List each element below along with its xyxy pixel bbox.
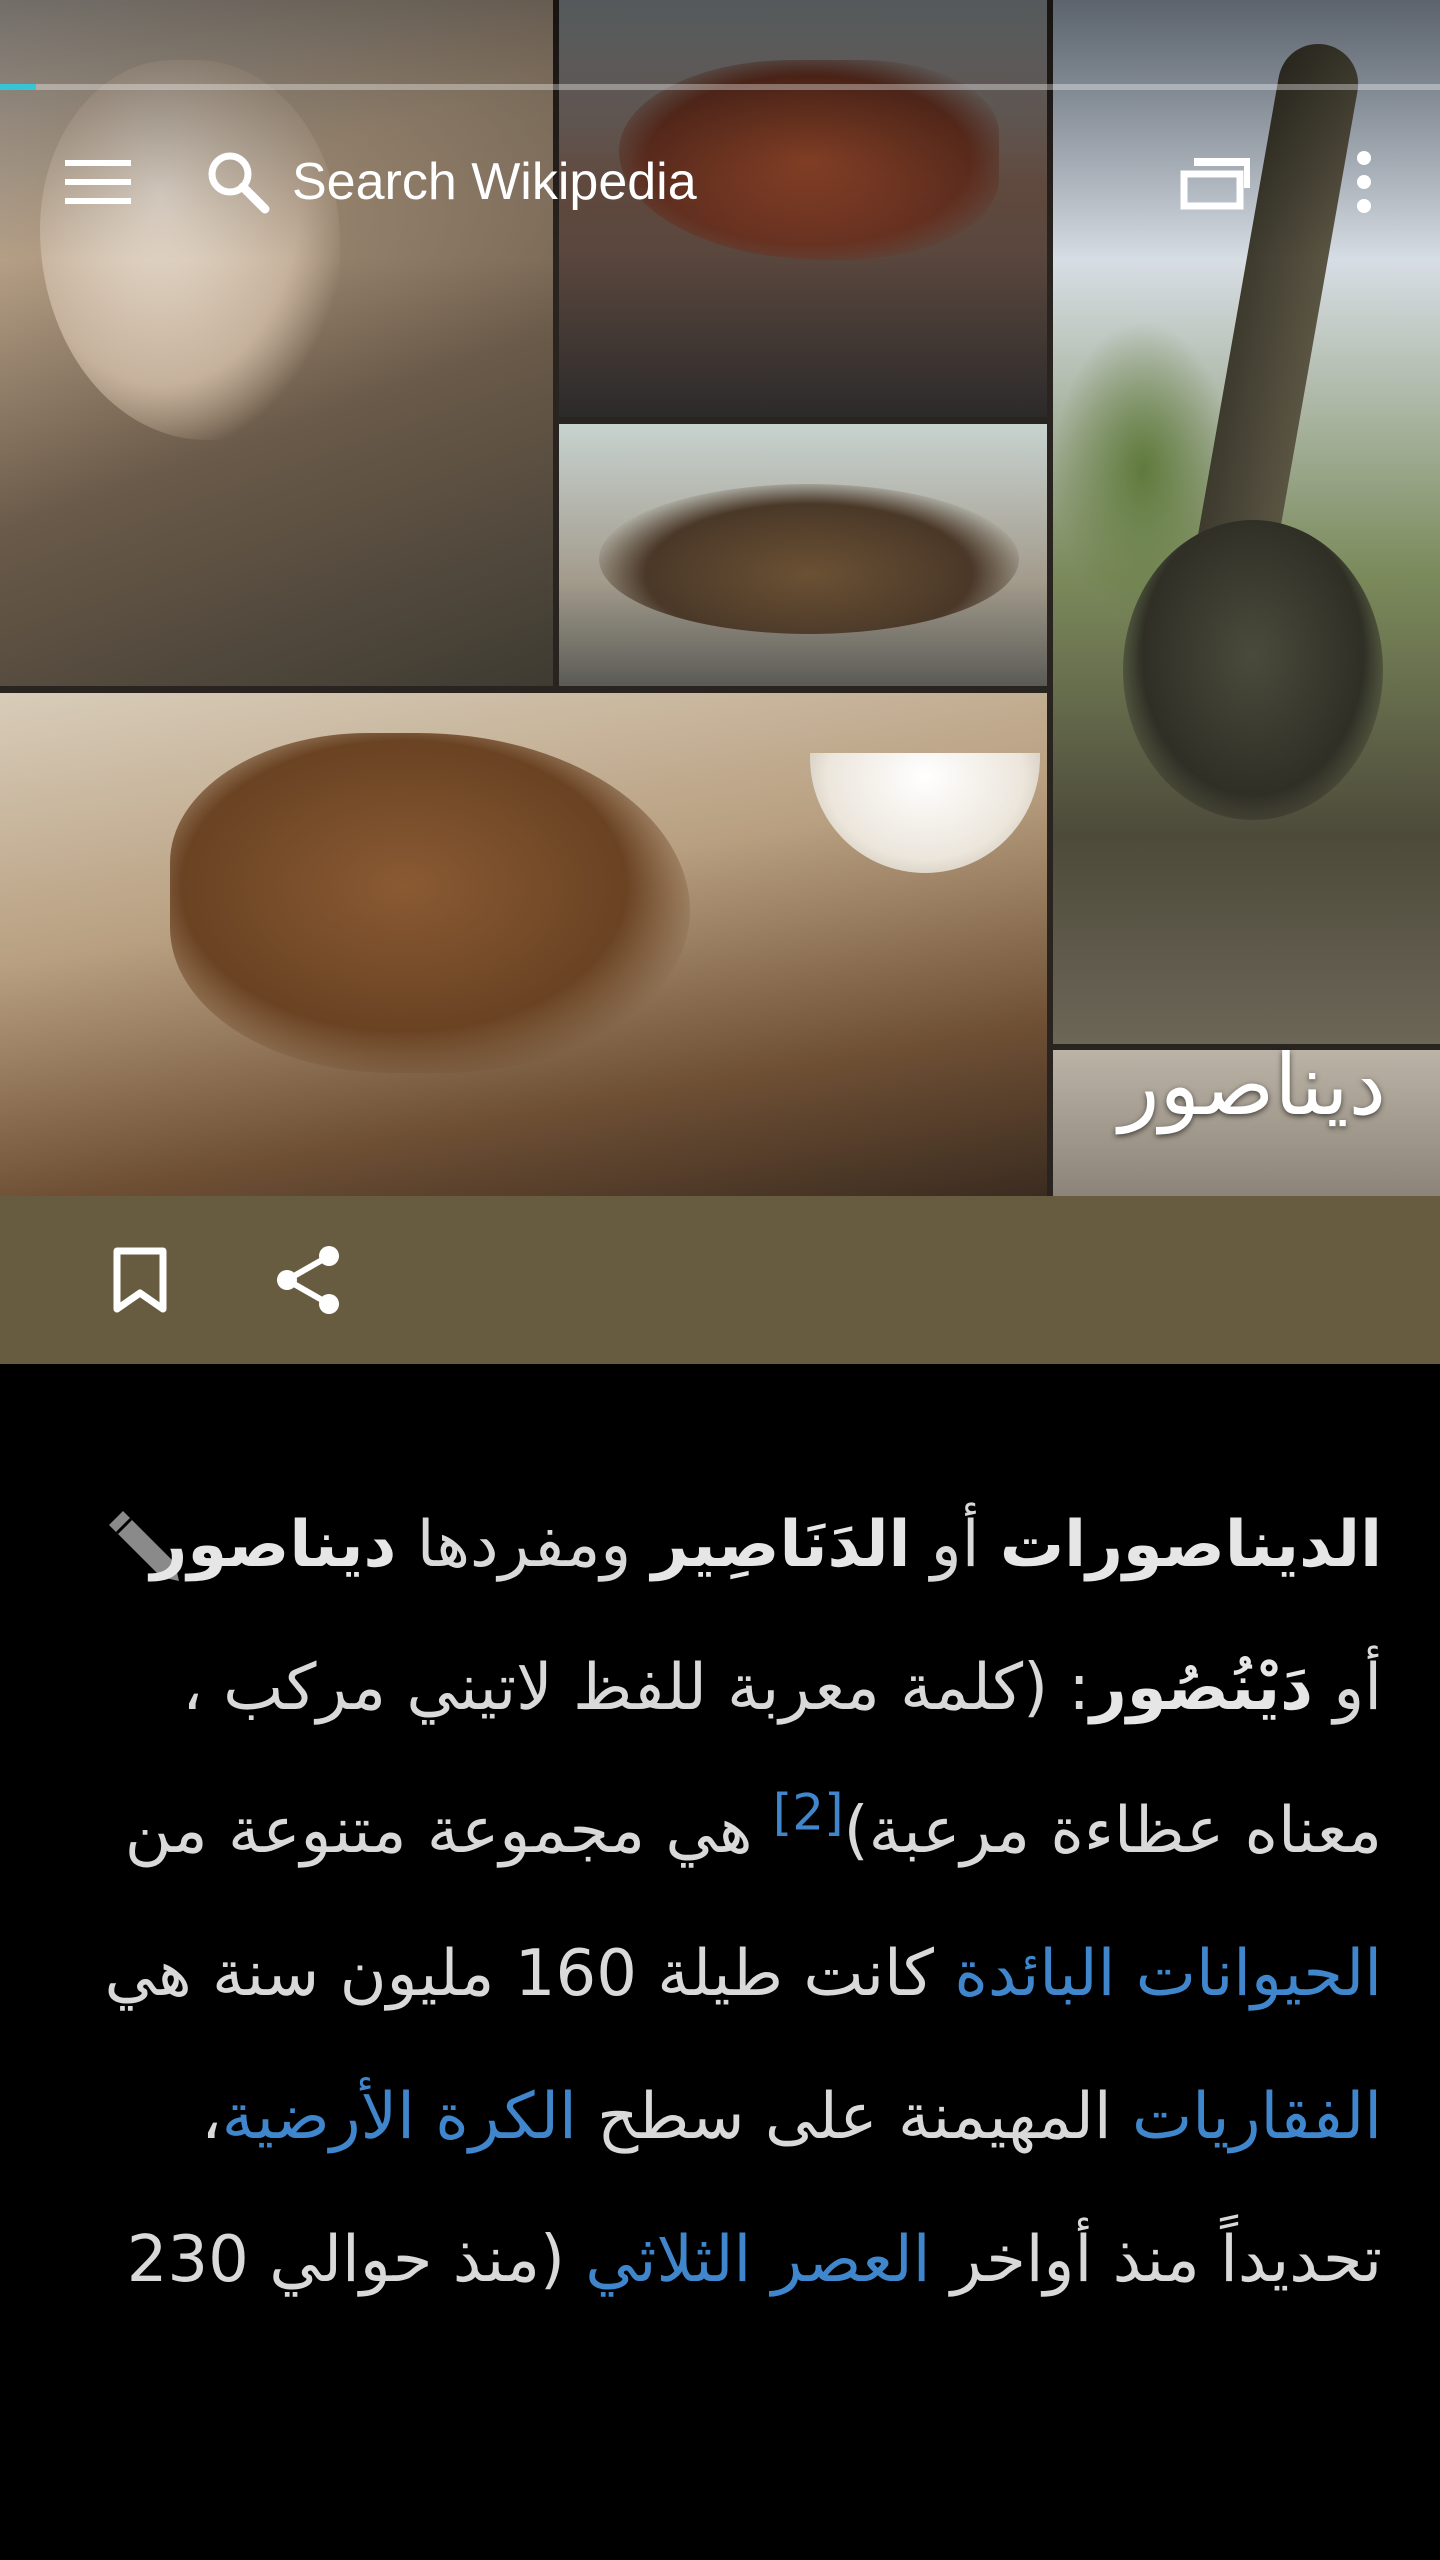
- text-run: ومفردها: [396, 1508, 652, 1582]
- bold-term: الدَنَاصِير: [651, 1508, 911, 1582]
- save-bookmark-button[interactable]: [100, 1240, 180, 1320]
- article-action-bar: [0, 1196, 1440, 1364]
- link-triassic[interactable]: العصر الثلاثي: [585, 2223, 930, 2297]
- search-icon[interactable]: [200, 144, 276, 220]
- text-run: المهيمنة على سطح: [576, 2080, 1132, 2154]
- bold-term: دَيْنُصُور: [1089, 1651, 1313, 1725]
- text-run: أو: [910, 1508, 1000, 1582]
- link-vertebrates[interactable]: الفقاريات: [1132, 2080, 1382, 2154]
- stegosaurus-shape: [599, 484, 1019, 634]
- lead-image-collage[interactable]: Search Wikipedia ديناصور: [0, 0, 1440, 1196]
- bold-term: ديناصور: [150, 1508, 397, 1582]
- text-run: (منذ حوالي 230: [126, 2223, 586, 2297]
- tabs-icon: [1180, 158, 1250, 210]
- ceiling-lamp-shape: [810, 753, 1040, 873]
- trex-skull-shape: [170, 733, 690, 1073]
- lead-paragraph: الديناصورات أو الدَنَاصِير ومفردها ديناص…: [92, 1474, 1382, 2332]
- overflow-menu-icon: [1357, 151, 1371, 213]
- article-title: ديناصور: [1118, 1036, 1386, 1134]
- reference-link[interactable]: [2]: [773, 1784, 844, 1842]
- stegosaurus-skeleton-photo: [559, 424, 1047, 686]
- magnifier-glyph: [208, 152, 270, 214]
- hamburger-icon: [65, 160, 131, 204]
- page-load-progress-fill: [0, 84, 36, 90]
- text-run: أو: [1312, 1651, 1382, 1725]
- top-toolbar: Search Wikipedia: [0, 108, 1440, 256]
- search-input[interactable]: Search Wikipedia: [292, 148, 697, 216]
- article-content: الديناصورات أو الدَنَاصِير ومفردها ديناص…: [0, 1364, 1440, 2396]
- menu-button[interactable]: [60, 144, 136, 220]
- link-extinct-animals[interactable]: الحيوانات البائدة: [954, 1937, 1382, 2011]
- tabs-button[interactable]: [1178, 144, 1254, 220]
- share-button[interactable]: [268, 1240, 348, 1320]
- scroll-fade: [0, 2336, 1440, 2396]
- page-load-progress: [0, 84, 1440, 90]
- bookmark-icon: [113, 1247, 167, 1313]
- overflow-menu-button[interactable]: [1326, 144, 1402, 220]
- bold-term: الديناصورات: [999, 1508, 1382, 1582]
- trex-skull-photo: [0, 693, 1047, 1196]
- text-run: هي مجموعة متنوعة من: [124, 1794, 773, 1868]
- share-icon: [277, 1246, 339, 1314]
- link-earth[interactable]: الكرة الأرضية: [222, 2080, 577, 2154]
- bottom-blank-area: [0, 2396, 1440, 2560]
- text-run: كانت طيلة 160 مليون سنة هي: [104, 1937, 955, 2011]
- sauropod-body-shape: [1123, 520, 1383, 820]
